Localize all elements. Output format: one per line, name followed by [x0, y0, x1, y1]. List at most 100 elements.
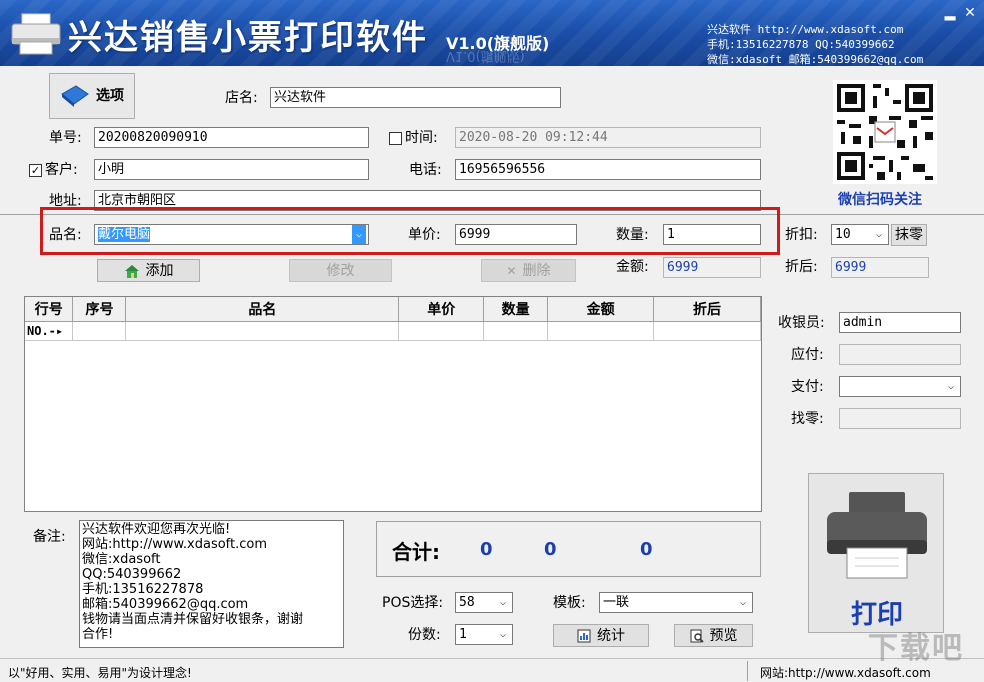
notes-line: QQ:540399662 — [82, 567, 341, 582]
preview-label: 预览 — [710, 626, 738, 646]
options-label: 选项 — [96, 86, 124, 106]
table-cell[interactable] — [548, 321, 654, 340]
app-title: 兴达销售小票打印软件 — [68, 10, 428, 59]
delete-icon: ✕ — [506, 261, 516, 281]
app-version-reflection: V1.0(旗舰版) — [446, 48, 525, 66]
chevron-down-icon[interactable]: ⌵ — [496, 625, 510, 644]
title-banner: 兴达销售小票打印软件 V1.0(旗舰版) V1.0(旗舰版) 兴达软件 http… — [0, 0, 984, 66]
magnifier-icon — [690, 629, 704, 643]
column-header[interactable]: 序号 — [73, 297, 126, 321]
chevron-down-icon[interactable]: ⌵ — [736, 593, 750, 612]
qr-caption: 微信扫码关注 — [838, 191, 922, 209]
totals-panel: 合计: 0 0 0 — [376, 521, 761, 577]
items-table[interactable]: 行号 序号 品名 单价 数量 金额 折后 NO.-▸ — [24, 296, 762, 512]
table-cell[interactable] — [654, 321, 761, 340]
time-label: 时间: — [405, 129, 438, 147]
template-label: 模板: — [553, 594, 586, 612]
time-checkbox[interactable] — [389, 132, 402, 145]
notes-line: 网站:http://www.xdasoft.com — [82, 537, 341, 552]
qr-code-image — [833, 80, 937, 184]
round-off-button[interactable]: 抹零 — [891, 224, 927, 246]
status-divider — [747, 661, 748, 681]
shop-label: 店名: — [225, 89, 258, 107]
change-value — [839, 408, 961, 429]
pay-combo[interactable]: ⌵ — [839, 376, 961, 397]
book-icon — [60, 84, 90, 108]
time-input[interactable]: 2020-08-20 09:12:44 — [455, 127, 761, 148]
column-header[interactable]: 金额 — [548, 297, 654, 321]
pay-label: 支付: — [791, 378, 824, 396]
order-number-input[interactable]: 20200820090910 — [94, 127, 369, 148]
discount-value: 10 — [835, 227, 851, 242]
shop-name-input[interactable]: 兴达软件 — [270, 87, 561, 108]
table-cell[interactable] — [484, 321, 548, 340]
notes-label: 备注: — [33, 528, 66, 546]
cashier-input[interactable]: admin — [839, 312, 961, 333]
customer-label: 客户: — [45, 161, 78, 179]
delete-label: 删除 — [523, 261, 551, 281]
edit-button[interactable]: 修改 — [289, 259, 392, 282]
total-amount: 0 — [544, 539, 557, 560]
print-button[interactable]: 打印 — [808, 473, 944, 633]
chevron-down-icon[interactable]: ⌵ — [872, 225, 886, 244]
contact-line-3: 微信:xdasoft 邮箱:540399662@qq.com — [707, 52, 923, 66]
table-cell[interactable] — [73, 321, 126, 340]
pos-value: 58 — [459, 595, 475, 610]
contact-line-2: 手机:13516227878 QQ:540399662 — [707, 37, 895, 52]
column-header[interactable]: 单价 — [399, 297, 484, 321]
order-label: 单号: — [49, 129, 82, 147]
copies-value: 1 — [459, 627, 467, 642]
notes-textarea[interactable]: 兴达软件欢迎您再次光临! 网站:http://www.xdasoft.com 微… — [79, 520, 344, 648]
copies-label: 份数: — [408, 626, 441, 644]
status-bar: 以"好用、实用、易用"为设计理念! 网站:http://www.xdasoft.… — [0, 658, 984, 682]
notes-line: 钱物请当面点清并保留好收银条，谢谢 — [82, 612, 341, 627]
table-row[interactable]: NO.-▸ — [25, 321, 761, 340]
table-cell: NO.-▸ — [25, 321, 73, 340]
stats-button[interactable]: 统计 — [553, 624, 649, 647]
notes-line: 手机:13516227878 — [82, 582, 341, 597]
chevron-down-icon[interactable]: ⌵ — [944, 377, 958, 396]
printer-icon — [823, 488, 931, 580]
column-header[interactable]: 数量 — [484, 297, 548, 321]
close-button[interactable]: ✕ — [960, 4, 980, 22]
total-after: 0 — [640, 539, 653, 560]
total-label: 合计: — [392, 536, 440, 565]
customer-checkbox[interactable]: ✓ — [29, 164, 42, 177]
amount-label: 金额: — [616, 258, 649, 276]
customer-input[interactable]: 小明 — [94, 159, 369, 180]
column-header[interactable]: 行号 — [25, 297, 73, 321]
chevron-down-icon[interactable]: ⌵ — [496, 593, 510, 612]
stats-label: 统计 — [597, 626, 625, 646]
amount-value: 6999 — [663, 257, 761, 278]
phone-label: 电话: — [409, 161, 442, 179]
copies-combo[interactable]: 1 ⌵ — [455, 624, 513, 645]
template-combo[interactable]: 一联 ⌵ — [599, 592, 753, 613]
highlight-box — [40, 207, 780, 255]
phone-input[interactable]: 16956596556 — [455, 159, 761, 180]
preview-button[interactable]: 预览 — [674, 624, 753, 647]
stats-icon — [577, 629, 591, 643]
watermark-logo: 下载吧 — [868, 623, 964, 667]
discount-combo[interactable]: 10 ⌵ — [831, 224, 889, 245]
column-header[interactable]: 品名 — [126, 297, 399, 321]
home-icon — [124, 264, 140, 278]
notes-line: 合作! — [82, 627, 341, 642]
discount-label: 折扣: — [785, 226, 818, 244]
due-label: 应付: — [791, 346, 824, 364]
after-discount-value: 6999 — [831, 257, 929, 278]
total-qty: 0 — [480, 539, 493, 560]
delete-button[interactable]: ✕ 删除 — [481, 259, 576, 282]
table-cell[interactable] — [126, 321, 399, 340]
notes-line: 微信:xdasoft — [82, 552, 341, 567]
minimize-button[interactable]: ▂ — [940, 4, 960, 22]
options-button[interactable]: 选项 — [49, 73, 135, 119]
template-value: 一联 — [603, 595, 629, 610]
printer-logo-icon — [10, 12, 62, 56]
due-value — [839, 344, 961, 365]
status-left: 以"好用、实用、易用"为设计理念! — [8, 664, 192, 681]
column-header[interactable]: 折后 — [654, 297, 761, 321]
notes-line: 兴达软件欢迎您再次光临! — [82, 522, 341, 537]
pos-combo[interactable]: 58 ⌵ — [455, 592, 513, 613]
table-cell[interactable] — [399, 321, 484, 340]
add-button[interactable]: 添加 — [97, 259, 200, 282]
